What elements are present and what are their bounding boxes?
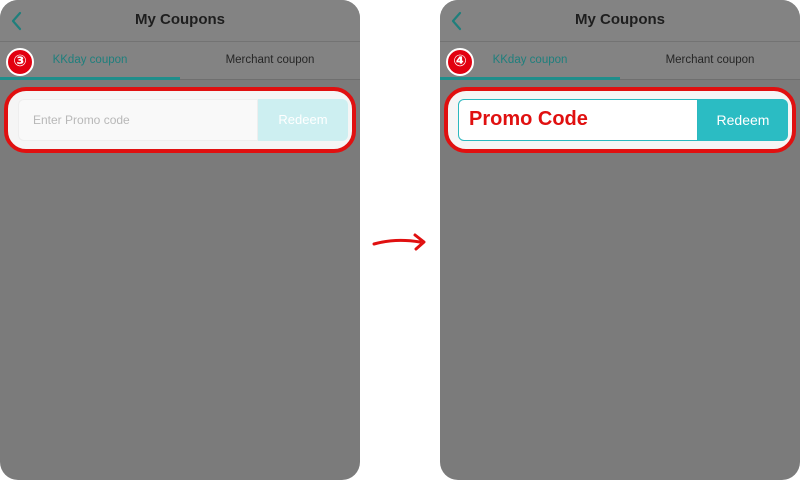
page-title: My Coupons <box>135 11 225 28</box>
phone-screen-step-4: My Coupons KKday coupon Merchant coupon … <box>440 0 800 480</box>
promo-code-highlight: Promo Code Redeem <box>444 87 796 153</box>
promo-code-input[interactable]: Promo Code <box>458 99 698 141</box>
phone-screen-step-3: My Coupons KKday coupon Merchant coupon … <box>0 0 360 480</box>
redeem-button[interactable]: Redeem <box>698 99 788 141</box>
step-3-badge: ③ <box>6 48 34 76</box>
active-tab-indicator <box>0 77 180 80</box>
step-4-badge: ④ <box>446 48 474 76</box>
arrow-right-icon <box>372 233 426 251</box>
tab-merchant-coupon[interactable]: Merchant coupon <box>180 42 360 80</box>
page-title: My Coupons <box>575 11 665 28</box>
coupon-tabs: KKday coupon Merchant coupon <box>0 42 360 80</box>
redeem-button[interactable]: Redeem <box>258 99 348 141</box>
tutorial-canvas: My Coupons KKday coupon Merchant coupon … <box>0 0 800 480</box>
navigation-bar: My Coupons <box>0 0 360 42</box>
promo-code-input[interactable]: Enter Promo code <box>18 99 258 141</box>
active-tab-indicator <box>440 77 620 80</box>
coupon-tabs: KKday coupon Merchant coupon <box>440 42 800 80</box>
promo-code-highlight: Enter Promo code Redeem <box>4 87 356 153</box>
tab-merchant-coupon[interactable]: Merchant coupon <box>620 42 800 80</box>
navigation-bar: My Coupons <box>440 0 800 42</box>
